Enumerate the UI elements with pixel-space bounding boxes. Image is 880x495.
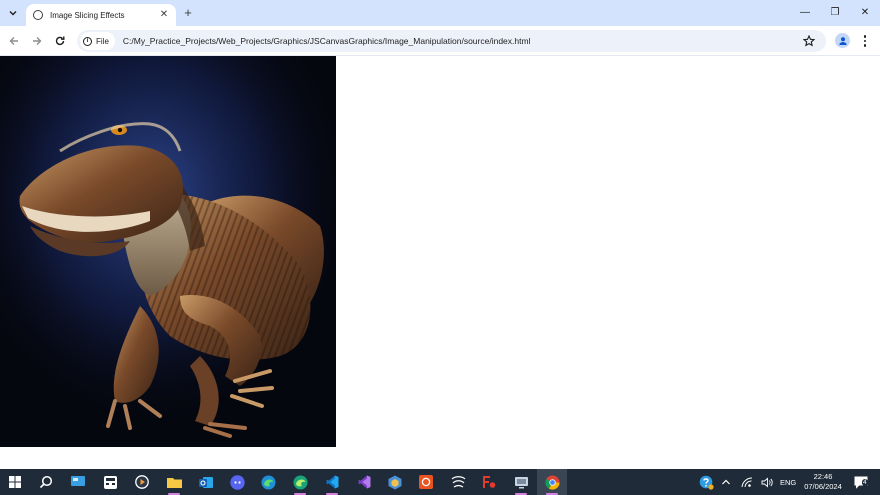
back-arrow-icon — [9, 37, 18, 45]
page-viewport — [0, 56, 880, 469]
taskbar-app-ubuntu[interactable] — [411, 469, 441, 495]
inkscape-icon — [451, 476, 465, 488]
clock-time: 22:46 — [813, 472, 833, 481]
active-tab[interactable]: Image Slicing Effects ✕ — [26, 4, 176, 26]
bookmark-star-icon — [803, 35, 815, 47]
velociraptor-canvas — [0, 56, 336, 447]
chevron-up-icon — [722, 479, 730, 485]
url-text[interactable]: C:/My_Practice_Projects/Web_Projects/Gra… — [123, 36, 531, 46]
windows-taskbar: ENG 22:46 07/06/2024 4 — [0, 469, 880, 495]
close-window-button[interactable]: ✕ — [857, 5, 873, 21]
wifi-icon — [741, 476, 753, 487]
search-icon — [39, 475, 53, 489]
speaker-icon — [761, 477, 773, 487]
globe-icon — [33, 10, 43, 20]
taskbar-app-hexagon[interactable] — [380, 469, 410, 495]
new-tab-button[interactable]: + — [180, 5, 196, 21]
bookmark-button[interactable] — [802, 34, 816, 48]
media-play-icon — [135, 475, 149, 489]
chevron-down-icon — [9, 11, 17, 16]
tab-strip: Image Slicing Effects ✕ + — ❐ ✕ — [0, 0, 880, 26]
virtual-machine-icon — [514, 476, 528, 488]
browser-toolbar: i File C:/My_Practice_Projects/Web_Proje… — [0, 26, 880, 56]
taskbar-app-edge[interactable] — [253, 469, 283, 495]
windows-logo-icon — [9, 476, 21, 488]
profile-icon — [838, 36, 847, 45]
discord-icon — [229, 474, 245, 490]
taskbar-search[interactable] — [31, 469, 61, 495]
start-button[interactable] — [0, 469, 30, 495]
calculator-icon — [103, 475, 117, 489]
tray-volume-button[interactable] — [757, 469, 777, 495]
taskbar-app-explorer-pinned[interactable] — [63, 469, 93, 495]
outlook-icon — [199, 476, 213, 488]
vscode-icon — [326, 475, 339, 489]
site-info-chip[interactable]: i File — [80, 32, 115, 50]
pdf-editor-icon — [483, 476, 496, 488]
edge-icon — [261, 475, 275, 489]
taskbar-app-vscode[interactable] — [317, 469, 347, 495]
clock-date: 07/06/2024 — [804, 482, 842, 491]
taskbar-app-foxit-pdf[interactable] — [474, 469, 504, 495]
input-language[interactable]: ENG — [780, 478, 796, 487]
taskbar-app-media-player[interactable] — [127, 469, 157, 495]
taskbar-app-file-explorer[interactable] — [159, 469, 189, 495]
reload-icon — [55, 36, 65, 46]
address-bar[interactable]: i File C:/My_Practice_Projects/Web_Proje… — [77, 30, 826, 52]
forward-arrow-icon — [33, 37, 42, 45]
taskbar-app-outlook[interactable] — [191, 469, 221, 495]
taskbar-app-discord[interactable] — [222, 469, 252, 495]
info-icon: i — [83, 36, 92, 46]
system-clock[interactable]: 22:46 07/06/2024 — [800, 472, 846, 492]
notification-count-badge: 4 — [862, 479, 868, 486]
tray-help-icon-button[interactable] — [693, 469, 719, 495]
taskbar-app-chrome[interactable] — [537, 469, 567, 495]
visual-studio-icon — [358, 475, 371, 489]
chrome-icon — [544, 475, 560, 490]
taskbar-app-calculator[interactable] — [95, 469, 125, 495]
monitor-app-icon — [71, 476, 85, 486]
back-button[interactable] — [6, 33, 22, 49]
menu-kebab-icon[interactable] — [859, 33, 871, 49]
profile-button[interactable] — [835, 33, 850, 48]
help-icon — [699, 475, 714, 490]
tab-close-icon[interactable]: ✕ — [158, 9, 170, 21]
edge-dev-icon — [293, 475, 307, 489]
site-info-label: File — [96, 36, 109, 46]
taskbar-app-inkscape[interactable] — [443, 469, 473, 495]
tray-overflow-button[interactable] — [717, 469, 735, 495]
ubuntu-icon — [419, 475, 433, 489]
minimize-button[interactable]: — — [797, 5, 813, 21]
taskbar-app-visual-studio[interactable] — [349, 469, 379, 495]
tray-network-button[interactable] — [737, 469, 757, 495]
taskbar-app-edge-dev[interactable] — [285, 469, 315, 495]
reload-button[interactable] — [52, 33, 68, 49]
restore-button[interactable]: ❐ — [827, 5, 843, 21]
hexagon-app-icon — [388, 475, 402, 489]
forward-button[interactable] — [29, 33, 45, 49]
folder-icon — [166, 478, 182, 488]
tab-title: Image Slicing Effects — [50, 10, 125, 20]
notification-center-button[interactable]: 4 — [850, 469, 872, 495]
velociraptor-image — [0, 56, 336, 447]
taskbar-app-virtualbox[interactable] — [506, 469, 536, 495]
tab-search-button[interactable] — [4, 4, 22, 22]
